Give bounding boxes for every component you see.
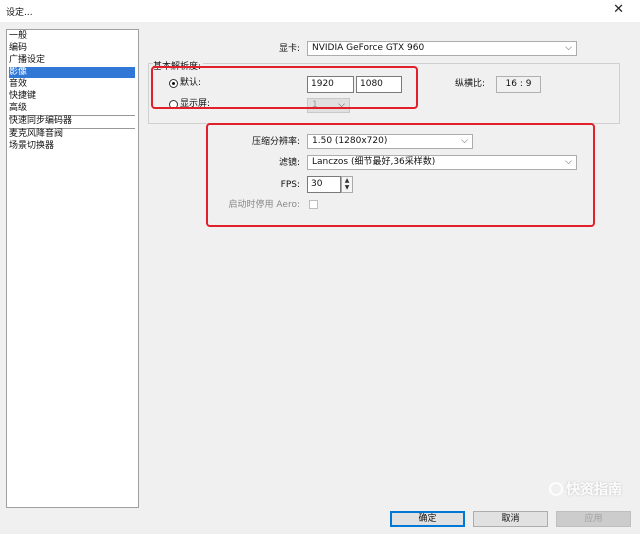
sidebar-item-advanced[interactable]: 高级 <box>9 103 27 114</box>
sidebar-item-noise-gate[interactable]: 麦克风降音阀 <box>9 129 63 140</box>
ok-button[interactable]: 确定 <box>390 511 465 527</box>
chevron-down-icon: ⌵ <box>565 43 572 53</box>
watermark-text: 快资指南 <box>566 482 622 498</box>
sidebar-item-hotkeys[interactable]: 快捷键 <box>9 91 36 102</box>
cancel-button[interactable]: 取消 <box>473 511 548 527</box>
window-title: 设定... <box>6 8 33 18</box>
sidebar-item-audio[interactable]: 音效 <box>9 79 27 90</box>
sidebar-item-quicksync[interactable]: 快速同步编码器 <box>9 116 72 127</box>
sidebar-item-general[interactable]: 一般 <box>9 31 27 42</box>
sidebar-item-encoding[interactable]: 编码 <box>9 43 27 54</box>
watermark: 快资指南 <box>549 479 622 499</box>
gpu-label: 显卡: <box>278 44 300 54</box>
close-icon[interactable]: ✕ <box>613 2 624 18</box>
highlight-box-base-resolution <box>151 66 418 109</box>
aspect-ratio-value: 16 : 9 <box>496 76 541 93</box>
sidebar-item-scene-switcher[interactable]: 场景切换器 <box>9 141 54 152</box>
highlight-box-output-settings <box>206 123 595 227</box>
gpu-select-value: NVIDIA GeForce GTX 960 <box>312 43 425 53</box>
sidebar-item-broadcast[interactable]: 广播设定 <box>9 55 45 66</box>
sidebar-item-video[interactable]: 影像 <box>9 67 135 78</box>
watermark-logo-icon <box>549 482 563 496</box>
settings-sidebar: 一般 编码 广播设定 影像 音效 快捷键 高级 快速同步编码器 麦克风降音阀 场… <box>6 29 139 508</box>
gpu-select[interactable]: NVIDIA GeForce GTX 960 ⌵ <box>307 41 577 56</box>
aspect-ratio-label: 纵横比: <box>455 79 486 89</box>
apply-button[interactable]: 应用 <box>556 511 631 527</box>
title-bar: 设定... ✕ <box>0 0 640 22</box>
